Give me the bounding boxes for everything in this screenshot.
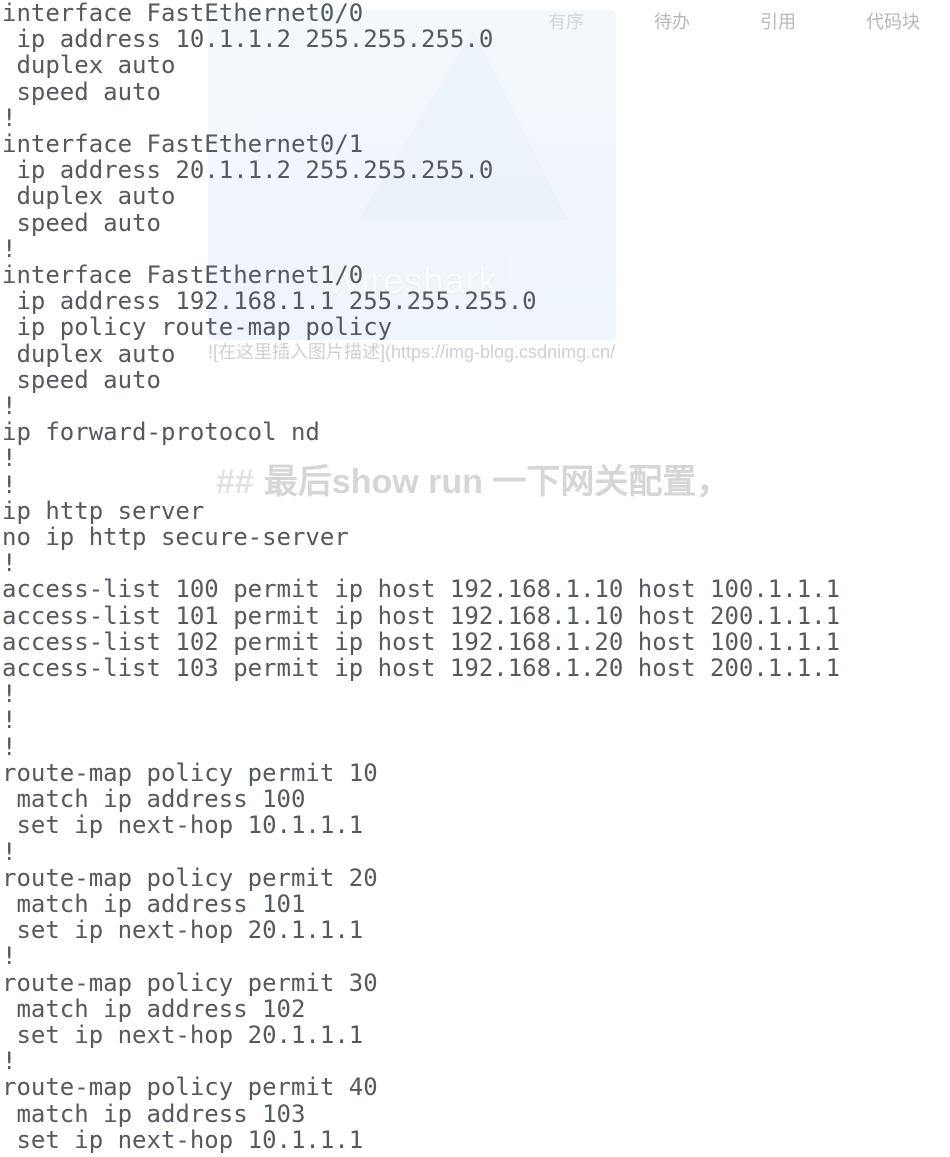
- screenshot-stage: 有序 待办 引用 代码块 Wireshark ![在这里插入图片描述](http…: [0, 0, 950, 1157]
- router-config-output: interface FastEthernet0/0 ip address 10.…: [0, 0, 840, 1153]
- toolbar-item: 代码块: [866, 8, 920, 34]
